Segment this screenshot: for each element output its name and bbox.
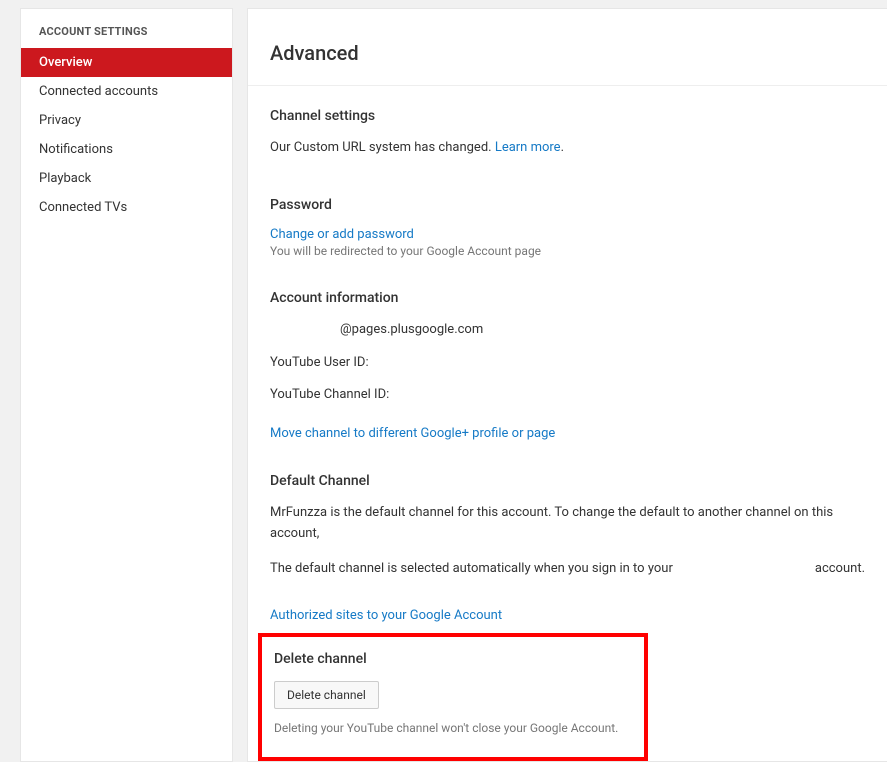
account-info-title: Account information — [270, 290, 865, 306]
youtube-user-id-label: YouTube User ID: — [270, 353, 865, 374]
sidebar-item-connected-accounts[interactable]: Connected accounts — [21, 77, 232, 106]
sidebar: ACCOUNT SETTINGS Overview Connected acco… — [20, 8, 233, 762]
default-channel-text2b: account. — [815, 559, 865, 580]
move-channel-link[interactable]: Move channel to different Google+ profil… — [270, 426, 555, 441]
sidebar-item-connected-tvs[interactable]: Connected TVs — [21, 193, 232, 222]
delete-channel-title: Delete channel — [274, 651, 632, 667]
page-title: Advanced — [248, 9, 887, 86]
password-title: Password — [270, 197, 865, 213]
authorized-sites-link[interactable]: Authorized sites to your Google Account — [270, 608, 502, 623]
default-channel-text1: MrFunzza is the default channel for this… — [270, 503, 865, 545]
learn-more-link[interactable]: Learn more — [495, 140, 561, 155]
youtube-channel-id-label: YouTube Channel ID: — [270, 385, 865, 406]
section-account-info: Account information @pages.plusgoogle.co… — [248, 268, 887, 451]
channel-settings-text: Our Custom URL system has changed. Learn… — [270, 138, 865, 159]
default-channel-text2: The default channel is selected automati… — [270, 559, 865, 580]
main-content: Advanced Channel settings Our Custom URL… — [247, 8, 887, 762]
sidebar-header: ACCOUNT SETTINGS — [21, 9, 232, 48]
channel-settings-title: Channel settings — [270, 108, 865, 124]
section-channel-settings: Channel settings Our Custom URL system h… — [248, 86, 887, 175]
delete-channel-note: Deleting your YouTube channel won't clos… — [274, 721, 632, 735]
delete-channel-highlight: Delete channel Delete channel Deleting y… — [258, 633, 648, 761]
sidebar-item-playback[interactable]: Playback — [21, 164, 232, 193]
change-password-link[interactable]: Change or add password — [270, 227, 865, 242]
password-note: You will be redirected to your Google Ac… — [270, 244, 865, 258]
section-password: Password Change or add password You will… — [248, 175, 887, 268]
account-email: @pages.plusgoogle.com — [270, 320, 865, 341]
sidebar-item-notifications[interactable]: Notifications — [21, 135, 232, 164]
channel-settings-body: Our Custom URL system has changed. — [270, 140, 495, 155]
default-channel-title: Default Channel — [270, 473, 865, 489]
sidebar-item-privacy[interactable]: Privacy — [21, 106, 232, 135]
sidebar-item-overview[interactable]: Overview — [21, 48, 232, 77]
period: . — [561, 140, 564, 155]
default-channel-text2a: The default channel is selected automati… — [270, 559, 673, 580]
section-default-channel: Default Channel MrFunzza is the default … — [248, 451, 887, 632]
delete-channel-button[interactable]: Delete channel — [274, 681, 379, 709]
